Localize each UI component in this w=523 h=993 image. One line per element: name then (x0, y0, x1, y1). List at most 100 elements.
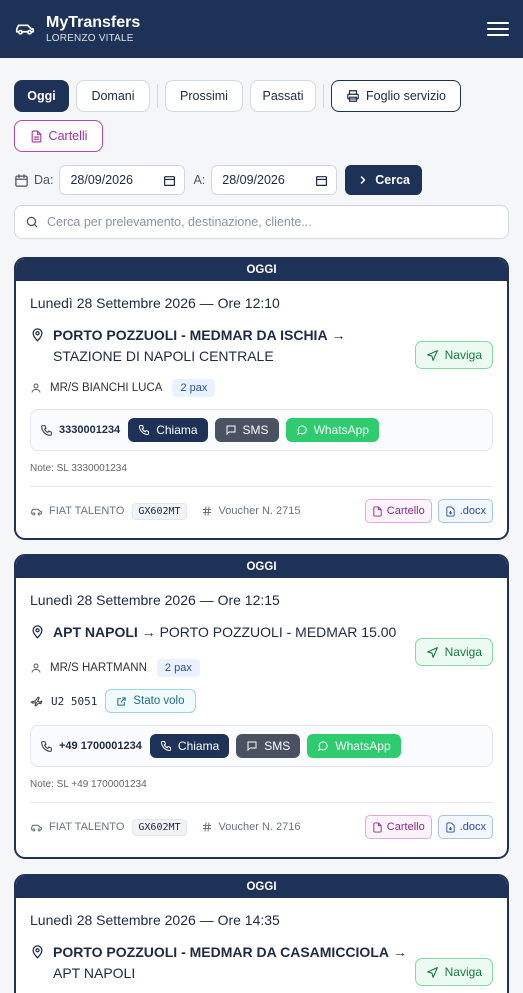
route-from: APT NAPOLI (53, 624, 138, 640)
voucher-number: Voucher N. 2715 (218, 505, 301, 517)
external-link-icon (117, 696, 127, 706)
chiama-button[interactable]: Chiama (149, 734, 230, 758)
tab-prossimi[interactable]: Prossimi (165, 80, 243, 112)
to-label: A: (193, 173, 206, 187)
transfer-note: Note: SL +49 1700001234 (30, 779, 147, 790)
chevron-right-icon (361, 176, 366, 184)
contact-box: +49 1700001234 Chiama SMS WhatsApp (30, 725, 493, 767)
phone-icon (160, 741, 171, 752)
chiama-label: Chiama (177, 739, 220, 753)
sms-button[interactable]: SMS (236, 734, 301, 758)
car-icon (31, 824, 42, 831)
sms-button[interactable]: SMS (214, 418, 279, 442)
stato-volo-button[interactable]: Stato volo (105, 689, 196, 713)
whatsapp-icon (318, 741, 328, 751)
whatsapp-button[interactable]: WhatsApp (307, 734, 401, 758)
tab-oggi[interactable]: Oggi (14, 80, 69, 112)
passenger-row: MR/S BIANCHI LUCA 2 pax (30, 379, 493, 397)
docx-label: .docx (459, 505, 486, 517)
voucher-number: Voucher N. 2716 (218, 821, 301, 833)
cartelli-button[interactable]: Cartelli (14, 120, 103, 152)
whatsapp-label: WhatsApp (313, 423, 369, 437)
hash-icon (202, 822, 211, 832)
whatsapp-icon (296, 425, 307, 435)
naviga-button[interactable]: Naviga (414, 638, 493, 666)
foglio-servizio-label: Foglio servizio (366, 89, 446, 103)
card-header: OGGI (16, 556, 507, 578)
whatsapp-button[interactable]: WhatsApp (285, 418, 379, 442)
stato-volo-label: Stato volo (133, 695, 185, 707)
route-arrow: → (392, 944, 407, 960)
cartello-button[interactable]: Cartello (364, 499, 432, 523)
file-download-icon (446, 505, 455, 517)
docx-label: .docx (459, 821, 486, 833)
route-to: APT NAPOLI (53, 965, 136, 981)
pax-badge: 2 pax (172, 379, 216, 397)
transfer-note: Note: SL 3330001234 (30, 463, 127, 474)
from-date-value: 28/09/2026 (70, 173, 134, 187)
route-to: STAZIONE DI NAPOLI CENTRALE (53, 348, 274, 364)
phone-icon (41, 424, 52, 436)
user-name: LORENZO VITALE (46, 33, 134, 44)
phone-number: +49 1700001234 (59, 740, 142, 752)
map-pin-icon (32, 328, 43, 342)
transfer-card: OGGI Lunedì 28 Settembre 2026 — Ore 12:1… (14, 257, 509, 540)
cartelli-label: Cartelli (48, 129, 88, 143)
chiama-button[interactable]: Chiama (128, 418, 208, 442)
tab-passati[interactable]: Passati (250, 80, 316, 112)
docx-button[interactable]: .docx (437, 815, 493, 839)
to-date-value: 28/09/2026 (222, 173, 285, 187)
message-icon (247, 741, 257, 752)
card-header: OGGI (16, 259, 507, 281)
date-filter: Da: 28/09/2026 A: 28/09/2026 Cerca (14, 165, 509, 195)
car-icon (31, 508, 42, 515)
calendar-icon (15, 173, 28, 187)
card-footer: FIAT TALENTO GX602MT Voucher N. 2715 Car… (30, 487, 493, 535)
license-plate: GX602MT (132, 502, 187, 520)
naviga-button[interactable]: Naviga (414, 341, 493, 369)
hash-icon (202, 506, 211, 516)
cerca-button[interactable]: Cerca (345, 165, 423, 195)
sms-label: SMS (264, 739, 291, 753)
transfer-datetime: Lunedì 28 Settembre 2026 — Ore 14:35 (30, 912, 280, 928)
from-date-input[interactable]: 28/09/2026 (59, 165, 186, 195)
chiama-label: Chiama (156, 423, 198, 437)
transfer-card: OGGI Lunedì 28 Settembre 2026 — Ore 14:3… (14, 874, 509, 993)
pax-badge: 2 pax (156, 659, 200, 677)
user-icon (31, 383, 41, 393)
flight-code: U2 5051 (51, 694, 98, 708)
tab-separator (157, 84, 158, 108)
user-icon (31, 663, 41, 673)
tab-domani[interactable]: Domani (76, 80, 150, 112)
filter-tabs: Oggi Domani Prossimi Passati Foglio serv… (14, 80, 509, 152)
search-input[interactable]: Cerca per prelevamento, destinazione, cl… (14, 205, 509, 239)
transfer-card: OGGI Lunedì 28 Settembre 2026 — Ore 12:1… (14, 554, 509, 859)
cartello-button[interactable]: Cartello (364, 815, 432, 839)
docx-button[interactable]: .docx (437, 499, 493, 523)
file-download-icon (446, 821, 455, 833)
license-plate: GX602MT (132, 818, 187, 836)
printer-icon (347, 90, 359, 102)
calendar-picker-icon[interactable] (163, 174, 176, 187)
foglio-servizio-button[interactable]: Foglio servizio (331, 80, 461, 112)
cartello-label: Cartello (386, 821, 425, 833)
message-icon (226, 425, 236, 436)
naviga-label: Naviga (444, 965, 482, 979)
naviga-button[interactable]: Naviga (414, 958, 493, 986)
route-arrow: → (141, 624, 156, 640)
phone-number: 3330001234 (59, 424, 121, 436)
map-pin-icon (32, 945, 43, 959)
calendar-picker-icon[interactable] (315, 174, 328, 187)
transfer-datetime: Lunedì 28 Settembre 2026 — Ore 12:15 (30, 592, 280, 608)
navigation-icon (426, 349, 438, 361)
search-icon (26, 216, 38, 228)
vehicle-name: FIAT TALENTO (49, 821, 125, 833)
document-icon (373, 821, 382, 833)
hamburger-menu-icon[interactable] (487, 18, 509, 40)
from-label: Da: (34, 173, 54, 187)
voucher: Voucher N. 2716 (201, 821, 301, 833)
passenger-name: MR/S HARTMANN (50, 662, 147, 674)
to-date-input[interactable]: 28/09/2026 (211, 165, 338, 195)
passenger-name: MR/S BIANCHI LUCA (50, 382, 163, 394)
flight-row: U2 5051 Stato volo (30, 689, 493, 713)
